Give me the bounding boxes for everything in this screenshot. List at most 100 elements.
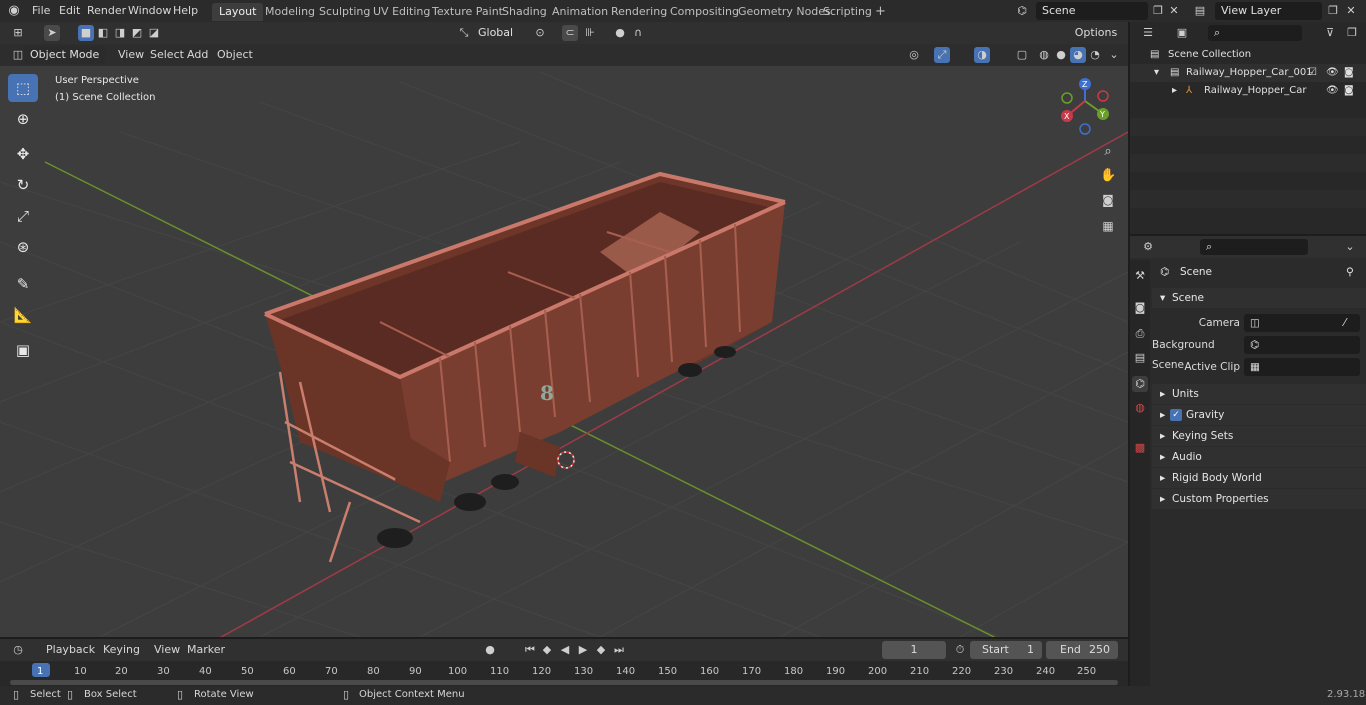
add-workspace-button[interactable]: + [868,3,893,21]
jump-start-icon[interactable]: ⏮ [522,642,538,658]
menu-window[interactable]: Window [124,3,175,19]
editor-type-icon[interactable]: ⊞ [10,25,26,41]
outliner-editor-icon[interactable]: ☰ [1140,25,1156,41]
background-scene-field[interactable]: ⌬ [1244,336,1360,354]
new-scene-icon[interactable]: ❐ [1150,3,1166,19]
expand-arrow-icon[interactable]: ▾ [1154,64,1159,82]
scene-icon[interactable]: ⌬ [1014,3,1030,19]
keying-sets-subpanel[interactable]: ▸ Keying Sets [1152,426,1366,446]
active-clip-field[interactable]: ▦ [1244,358,1360,376]
timeline-scrollbar[interactable] [10,680,1118,685]
wireframe-shading-icon[interactable]: ◍ [1036,47,1052,63]
tool-tab-icon[interactable]: ⚒ [1132,268,1148,284]
material-shading-icon[interactable]: ◕ [1070,47,1086,63]
overlay-toggle-icon[interactable]: ◑ [974,47,990,63]
rigid-body-world-subpanel[interactable]: ▸ Rigid Body World [1152,468,1366,488]
rendered-shading-icon[interactable]: ◔ [1087,47,1103,63]
menu-marker[interactable]: Marker [183,642,229,658]
delete-scene-icon[interactable]: ✕ [1166,3,1182,19]
delete-view-layer-icon[interactable]: ✕ [1343,3,1359,19]
timeline-editor-icon[interactable]: ◷ [10,642,26,658]
stopwatch-icon[interactable]: ⏱ [952,642,968,658]
eyedropper-icon[interactable]: ⁄ [1344,313,1346,333]
checkbox-icon[interactable]: ☑ [1308,64,1317,82]
menu-object[interactable]: Object [213,47,257,63]
menu-edit[interactable]: Edit [55,3,84,19]
select-intersect-icon[interactable]: ◪ [146,25,162,41]
pivot-point-icon[interactable]: ⊙ [532,25,548,41]
transform-orientation-dropdown[interactable]: Global [472,24,524,42]
jump-end-icon[interactable]: ⏭ [611,642,627,658]
scene-tab-icon[interactable]: ⌬ [1132,376,1148,392]
menu-help[interactable]: Help [169,3,202,19]
view-layer-tab-icon[interactable]: ▤ [1132,350,1148,366]
menu-add[interactable]: Add [183,47,212,63]
output-tab-icon[interactable]: ⎙ [1132,326,1148,342]
options-dropdown[interactable]: Options [1068,24,1124,42]
scene-name-field[interactable]: Scene [1036,2,1148,20]
next-keyframe-icon[interactable]: ◆ [593,642,609,658]
prev-keyframe-icon[interactable]: ◆ [539,642,555,658]
render-tab-icon[interactable]: ◙ [1132,300,1148,316]
gravity-subpanel[interactable]: ▸ ✓ Gravity [1152,405,1366,425]
display-mode-icon[interactable]: ▣ [1174,25,1190,41]
gravity-checkbox[interactable]: ✓ [1170,409,1182,421]
menu-view[interactable]: View [114,47,148,63]
expand-arrow-icon[interactable]: ▸ [1172,82,1177,100]
select-extend-icon[interactable]: ◧ [95,25,111,41]
rotate-tool[interactable]: ↻ [8,171,38,199]
outliner-item-collection[interactable]: ▾ ▤ Railway_Hopper_Car_001 ☑ 👁 ◙ [1130,64,1366,82]
units-subpanel[interactable]: ▸ Units [1152,384,1366,404]
menu-playback[interactable]: Playback [42,642,99,658]
annotate-tool[interactable]: ✎ [8,270,38,298]
outliner-item-object[interactable]: ▸ ⅄ Railway_Hopper_Car 👁 ◙ [1130,82,1366,100]
perspective-toggle-icon[interactable]: ▦ [1100,218,1116,234]
3d-viewport[interactable]: 8 User Perspective (1) Scene Collection … [0,66,1128,637]
hopper-car-model[interactable] [264,171,786,563]
properties-editor-icon[interactable]: ⚙ [1140,239,1156,255]
camera-field[interactable]: ◫ [1244,314,1360,332]
end-frame-field[interactable]: End 250 [1046,641,1118,659]
eye-icon[interactable]: 👁 [1326,64,1339,82]
outliner-scene-collection[interactable]: ▤ Scene Collection [1130,46,1366,64]
view-layer-field[interactable]: View Layer [1215,2,1322,20]
properties-options-icon[interactable]: ⌄ [1342,239,1358,255]
gizmo-toggle-icon[interactable]: ⤢ [934,47,950,63]
world-tab-icon[interactable]: ◍ [1132,400,1148,416]
eye-icon[interactable]: 👁 [1326,82,1339,100]
menu-keying[interactable]: Keying [99,642,144,658]
filter-icon[interactable]: ⊽ [1322,25,1338,41]
properties-search-input[interactable]: ⌕ [1200,239,1308,255]
audio-subpanel[interactable]: ▸ Audio [1152,447,1366,467]
select-subtract-icon[interactable]: ◨ [112,25,128,41]
custom-properties-subpanel[interactable]: ▸ Custom Properties [1152,489,1366,509]
timeline-area[interactable]: 1 10 20 30 40 50 60 70 80 90 100 110 120… [0,661,1128,686]
camera-view-icon[interactable]: ◙ [1100,192,1116,208]
snap-target-icon[interactable]: ⊪ [582,25,598,41]
outliner-search-input[interactable]: ⌕ [1208,25,1302,41]
current-frame-field[interactable]: 1 [882,641,946,659]
start-frame-field[interactable]: Start 1 [970,641,1042,659]
pan-hand-icon[interactable]: ✋ [1100,168,1116,184]
visibility-icon[interactable]: ◎ [906,47,922,63]
zoom-icon[interactable]: ⌕ [1100,144,1116,160]
mode-dropdown[interactable]: Object Mode [24,46,106,64]
select-new-icon[interactable]: ■ [78,25,94,41]
tab-layout[interactable]: Layout [212,3,264,21]
falloff-icon[interactable]: ∩ [630,25,646,41]
proportional-edit-icon[interactable]: ● [612,25,628,41]
menu-timeline-view[interactable]: View [150,642,184,658]
measure-tool[interactable]: 📐 [8,301,38,329]
menu-select[interactable]: Select [146,47,188,63]
pin-icon[interactable]: ⚲ [1346,262,1354,282]
add-cube-tool[interactable]: ▣ [8,336,38,364]
record-icon[interactable]: ● [482,642,498,658]
new-view-layer-icon[interactable]: ❐ [1325,3,1341,19]
select-box-tool[interactable]: ⬚ [8,74,38,102]
menu-file[interactable]: File [28,3,54,19]
cursor-tool[interactable]: ⊕ [8,105,38,133]
view-layer-icon[interactable]: ▤ [1192,3,1208,19]
solid-shading-icon[interactable]: ● [1053,47,1069,63]
snap-icon[interactable]: ⊂ [562,25,578,41]
transform-tool[interactable]: ⊛ [8,233,38,261]
